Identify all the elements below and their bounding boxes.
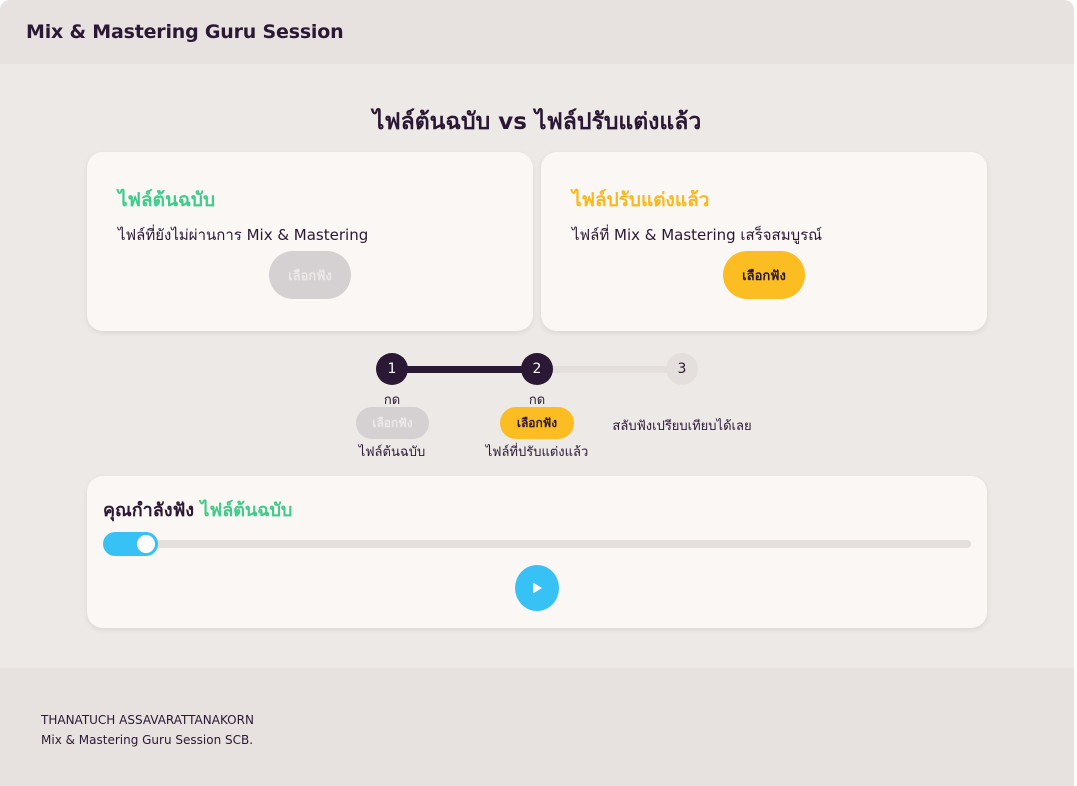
now-playing-heading: คุณกำลังฟัง ไฟล์ต้นฉบับ [103,495,292,524]
original-file-card: ไฟล์ต้นฉบับ ไฟล์ที่ยังไม่ผ่านการ Mix & M… [87,152,533,331]
step-connector-done [392,366,537,373]
listen-original-button[interactable]: เลือกฟัง [269,251,351,299]
footer-author: THANATUCH ASSAVARATTANAKORN [41,713,254,727]
step-2-dot: 2 [521,353,553,385]
mastered-card-description: ไฟล์ที่ Mix & Mastering เสร็จสมบูรณ์ [572,226,823,244]
step-1-pill: เลือกฟัง [356,407,429,439]
audio-player: คุณกำลังฟัง ไฟล์ต้นฉบับ [87,476,987,628]
app-frame: Mix & Mastering Guru Session ไฟล์ต้นฉบับ… [0,0,1074,786]
main-content: ไฟล์ต้นฉบับ vs ไฟล์ปรับแต่งแล้ว ไฟล์ต้นฉ… [0,64,1074,668]
step-1-caption: ไฟล์ต้นฉบับ [358,445,426,460]
app-header: Mix & Mastering Guru Session [0,0,1074,64]
footer: THANATUCH ASSAVARATTANAKORN Mix & Master… [0,668,1074,786]
now-playing-file: ไฟล์ต้นฉบับ [200,500,293,521]
listen-mastered-button[interactable]: เลือกฟัง [723,251,805,299]
play-icon [533,582,542,594]
step-3-dot: 3 [666,353,698,385]
step-1-dot: 1 [376,353,408,385]
now-playing-label: คุณกำลังฟัง [103,500,195,521]
step-2-caption: ไฟล์ที่ปรับแต่งแล้ว [485,445,589,460]
mastered-card-title: ไฟล์ปรับแต่งแล้ว [572,189,710,211]
step-connector-todo [537,366,682,373]
original-card-description: ไฟล์ที่ยังไม่ผ่านการ Mix & Mastering [118,226,369,244]
progress-track[interactable] [103,532,971,556]
app-title: Mix & Mastering Guru Session [26,21,344,43]
mastered-file-card: ไฟล์ปรับแต่งแล้ว ไฟล์ที่ Mix & Mastering… [541,152,987,331]
compare-heading: ไฟล์ต้นฉบับ vs ไฟล์ปรับแต่งแล้ว [372,109,702,135]
original-card-title: ไฟล์ต้นฉบับ [118,189,216,211]
step-2-pill: เลือกฟัง [500,407,574,439]
play-button[interactable] [515,565,559,611]
footer-session: Mix & Mastering Guru Session SCB. [41,733,254,747]
step-3-caption: สลับฟังเปรียบเทียบได้เลย [612,419,752,434]
